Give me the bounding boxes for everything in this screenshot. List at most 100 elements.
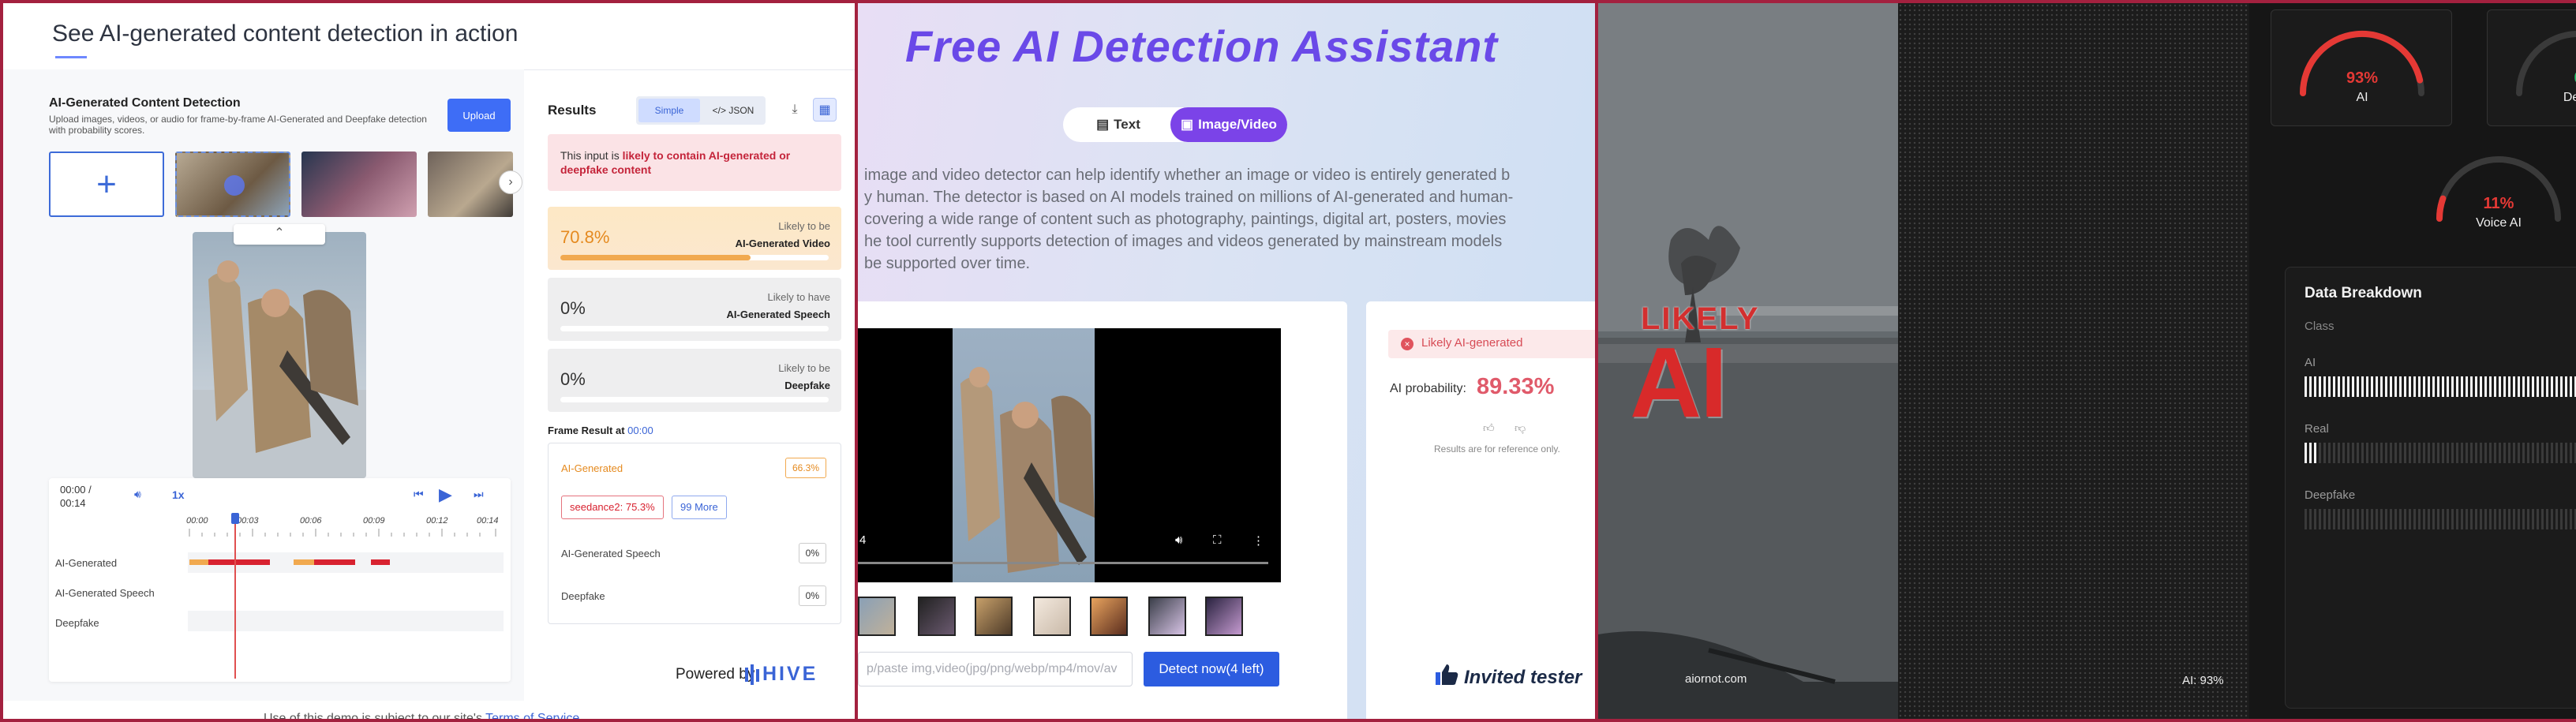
watermark-brand: aiornot.com (1685, 672, 1747, 686)
tick-label: 00:06 (300, 516, 322, 526)
svg-text:Deep: Deep (2563, 91, 2576, 104)
tick-label: 00:14 (477, 516, 499, 526)
reference-note: Results are for reference only. (1434, 443, 1560, 455)
sample-thumbnail[interactable] (858, 597, 896, 636)
breakdown-title: Data Breakdown (2305, 285, 2422, 301)
verdict-label: Likely AI-generated (1421, 336, 1523, 350)
svg-text:93%: 93% (2346, 69, 2378, 87)
timeline-segment (208, 559, 270, 565)
results-title: Results (548, 103, 597, 118)
chevron-right-icon[interactable]: › (499, 170, 522, 194)
ai-score-tag: AI: 93% (2182, 674, 2224, 687)
aiornot-panel: LIKELY AI aiornot.com AI: 93% 93% AI 0 D… (1595, 0, 2576, 722)
simple-view-button[interactable]: Simple (638, 99, 700, 122)
fullscreen-icon[interactable]: ⛶ (1213, 533, 1222, 547)
sample-thumbnail[interactable] (1205, 597, 1243, 636)
video-time: 4 (859, 533, 867, 547)
class-bar (2305, 376, 2576, 397)
gauge-voice: 11% Voice AI (2436, 156, 2561, 230)
skip-forward-icon[interactable]: ⏭︎ (474, 488, 484, 501)
volume-icon[interactable]: 🔊︎ (134, 488, 141, 501)
json-view-button[interactable]: </> JSON (702, 99, 764, 122)
frame-ai-label: AI-Generated (561, 462, 623, 474)
terms-link[interactable]: Terms of Service (485, 712, 579, 719)
powered-by-label: Powered by (676, 666, 755, 683)
more-options-icon[interactable]: ⋮ (1252, 533, 1264, 548)
layout-icon[interactable]: ▦ (813, 98, 837, 122)
media-thumbnail[interactable] (301, 152, 417, 217)
score-label-line2: AI-Generated Video (735, 238, 830, 249)
description-line: be supported over time. (864, 255, 1031, 272)
frame-result-card: AI-Generated 66.3% seedance2: 75.3% 99 M… (548, 443, 841, 624)
alert-prefix: This input is (560, 149, 623, 162)
sample-thumbnail[interactable] (1148, 597, 1186, 636)
probability-value: 89.33% (1477, 374, 1555, 399)
gauge-card-ai: 93% AI (2271, 9, 2452, 126)
overlay-ai-text: AI (1630, 327, 1728, 438)
timeline-row-label: Deepfake (55, 617, 99, 629)
model-chip[interactable]: seedance2: 75.3% (561, 496, 664, 519)
collapse-video-button[interactable]: ⌃ (234, 224, 325, 245)
frame-title-text: Frame Result at (548, 425, 628, 436)
score-label-line1: Likely to be (778, 362, 830, 374)
tick-label: 00:03 (237, 516, 259, 526)
video-frame (953, 328, 1095, 582)
noise-overlay (1898, 3, 2249, 719)
playback-speed[interactable]: 1x (172, 488, 185, 501)
terms-prefix: Use of this demo is subject to our site'… (264, 712, 486, 722)
play-icon[interactable]: ▶ (439, 484, 452, 505)
svg-text:11%: 11% (2484, 195, 2514, 212)
score-card-deepfake: 0% Likely to be Deepfake (548, 349, 841, 412)
score-label-line1: Likely to have (767, 291, 831, 303)
data-breakdown-card: Data Breakdown Class AI Real Deepfake (2285, 267, 2576, 709)
sample-thumbnail[interactable] (1090, 597, 1128, 636)
skip-back-icon[interactable]: ⏮︎ (414, 488, 424, 501)
breakdown-subtitle: Class (2305, 320, 2334, 333)
class-label: Deepfake (2305, 488, 2356, 502)
page-title: See AI-generated content detection in ac… (52, 21, 519, 47)
mode-tabs: ▤ Text ▣ Image/Video (1063, 107, 1287, 142)
tab-image-label: Image/Video (1198, 117, 1277, 132)
sample-thumbnail[interactable] (975, 597, 1013, 636)
assistant-panel: Free AI Detection Assistant ▤ Text ▣ Image… (858, 0, 1595, 722)
thumbs-up-badge-icon (1436, 664, 1458, 685)
score-card-speech: 0% Likely to have AI-Generated Speech (548, 278, 841, 341)
class-bar-fill (2305, 376, 2576, 397)
thumbs-up-icon[interactable]: 👍︎ (1483, 421, 1495, 435)
terms-note: Use of this demo is subject to our site'… (264, 712, 579, 722)
url-input[interactable]: p/paste img,video(jpg/png/webp/mp4/mov/a… (858, 652, 1133, 686)
more-models-button[interactable]: 99 More (672, 496, 727, 519)
score-label-line2: AI-Generated Speech (726, 309, 831, 320)
media-thumbnail-selected[interactable] (175, 152, 290, 217)
detection-title: AI-Generated Content Detection (49, 96, 241, 110)
detect-button[interactable]: Detect now(4 left) (1144, 652, 1279, 686)
sample-thumbnail[interactable] (1033, 597, 1071, 636)
add-media-button[interactable]: + (49, 152, 164, 217)
tick-label: 00:09 (363, 516, 385, 526)
image-icon: ▣ (1181, 117, 1194, 132)
playhead-handle[interactable] (231, 513, 239, 524)
video-progress[interactable] (858, 562, 1268, 564)
hive-logo-text: HIVE (762, 663, 818, 685)
gauge-deepfake: 0 Deep (2516, 31, 2576, 104)
upload-button[interactable]: Upload (447, 99, 511, 132)
video-preview (193, 232, 366, 478)
description-line: he tool currently supports detection of … (864, 233, 1503, 250)
tab-text[interactable]: ▤ Text (1063, 107, 1174, 142)
score-label-line2: Deepfake (784, 380, 830, 391)
svg-text:AI: AI (2356, 91, 2368, 104)
download-icon[interactable]: ⤓ (783, 98, 807, 122)
thumbs-down-icon[interactable]: 👎︎ (1515, 421, 1526, 435)
tab-image-video[interactable]: ▣ Image/Video (1170, 107, 1287, 142)
description-line: covering a wide range of content such as… (864, 211, 1507, 228)
gauge-ai: 93% AI (2300, 30, 2424, 104)
invited-tester-text: Invited tester (1464, 667, 1582, 688)
class-label: AI (2305, 356, 2316, 369)
play-overlay-icon (224, 175, 245, 196)
frame-ai-percent: 66.3% (784, 458, 826, 478)
sample-thumbnail[interactable] (918, 597, 956, 636)
invited-tester-badge: Invited tester (1432, 663, 1582, 689)
volume-icon[interactable]: 🔊︎ (1175, 533, 1182, 547)
frame-speech-percent: 0% (798, 543, 826, 563)
timeline-segment (314, 559, 355, 565)
